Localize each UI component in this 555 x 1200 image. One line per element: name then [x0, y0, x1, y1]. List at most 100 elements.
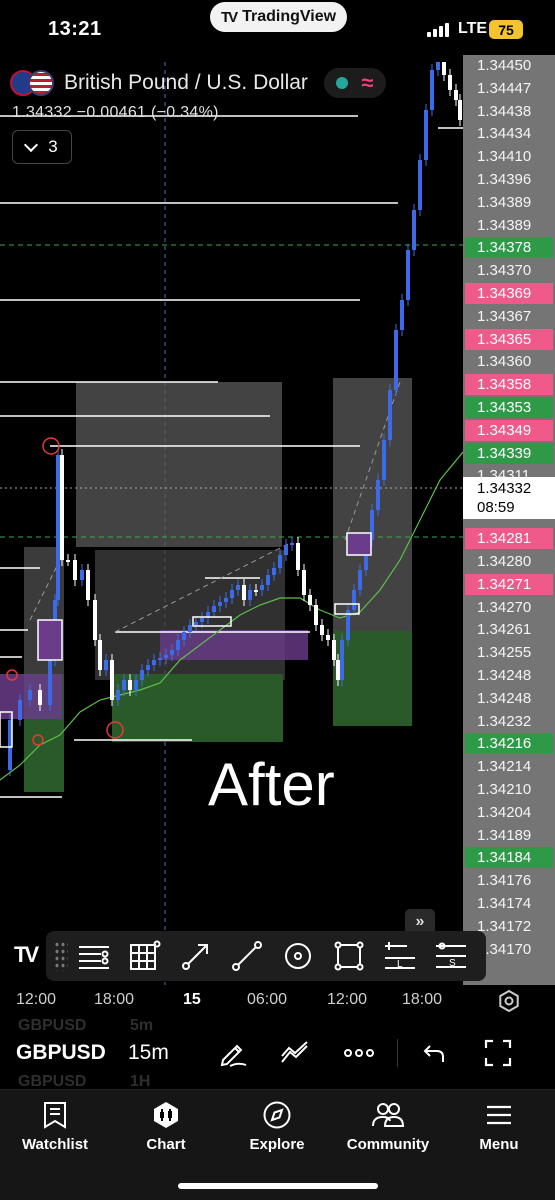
time-axis-tick: 15: [183, 991, 201, 1008]
grid-icon: [129, 940, 160, 970]
chart-svg[interactable]: [0, 62, 463, 985]
horizontal-lines-icon: [78, 946, 109, 969]
drag-handle-icon[interactable]: [54, 941, 68, 971]
trend-line-tool[interactable]: [221, 931, 272, 981]
candle-body: [458, 100, 462, 120]
market-status-pill[interactable]: ≈: [323, 68, 386, 98]
price-scale-tick: 1.34280: [477, 553, 532, 570]
time-axis-tick: 12:00: [16, 991, 57, 1008]
tab-community[interactable]: Community: [333, 1100, 443, 1160]
candle-body: [400, 300, 404, 330]
symbol-header[interactable]: British Pound / U.S. Dollar ≈: [10, 68, 386, 98]
fullscreen-icon: [484, 1039, 512, 1067]
chart-canvas[interactable]: [0, 62, 463, 985]
candle-body: [93, 600, 97, 640]
indicators-icon: [281, 1041, 308, 1063]
candle-body: [406, 250, 410, 300]
tab-explore[interactable]: Explore: [222, 1100, 332, 1160]
status-time: 13:21: [48, 18, 102, 40]
candle-body: [230, 590, 234, 598]
candle-body: [146, 665, 150, 670]
entry-marker-box: [346, 532, 372, 556]
grid-tool[interactable]: [119, 931, 170, 981]
indicators-toggle-button[interactable]: 3: [12, 130, 72, 164]
rectangle-tool[interactable]: [323, 931, 374, 981]
candle-body: [80, 570, 84, 580]
candle-body: [122, 680, 126, 690]
time-axis[interactable]: 12:00 18:00 15 06:00 12:00 18:00: [0, 985, 555, 1017]
price-scale-tick: 1.34370: [477, 262, 532, 280]
drawing-pen-button[interactable]: [215, 1035, 251, 1071]
price-scale-tick: 1.34184: [465, 847, 553, 869]
candle-body: [188, 625, 192, 632]
price-scale-tick: 1.34174: [477, 895, 532, 912]
network-type: LTE: [458, 20, 488, 37]
tab-watchlist[interactable]: Watchlist: [0, 1100, 110, 1160]
price-scale-tick: 1.34389: [477, 193, 532, 211]
candle-body: [418, 160, 422, 210]
ghost-interval-above: 5m: [130, 1017, 154, 1034]
us-flag-icon: [28, 70, 54, 96]
short-position-tool[interactable]: S: [425, 931, 476, 981]
indicators-button[interactable]: [277, 1035, 313, 1071]
trend-line-icon: [231, 941, 262, 971]
entry-marker-box: [37, 619, 63, 661]
toolbar-separator: [397, 1039, 398, 1067]
candle-body: [134, 680, 138, 690]
candle-body: [158, 658, 162, 660]
ghost-symbol-above: GBPUSD: [18, 1017, 87, 1034]
tab-chart[interactable]: Chart: [111, 1100, 221, 1160]
candle-body: [340, 640, 344, 680]
candle-body: [73, 560, 77, 580]
candle-body: [454, 90, 458, 100]
price-change-line: 1.34332 −0.00461 (−0.34%): [12, 104, 219, 121]
tab-label: Community: [346, 1136, 430, 1153]
price-scale-tick: 1.34248: [477, 667, 532, 684]
horizontal-lines-tool[interactable]: [68, 931, 119, 981]
candle-body: [98, 640, 102, 670]
price-scale-tick: 1.34176: [477, 872, 532, 890]
undo-button[interactable]: [416, 1035, 452, 1071]
arrow-line-icon: [181, 944, 208, 970]
tab-label: Explore: [249, 1136, 305, 1153]
price-scale[interactable]: 1.34450 1.34447 1.34438 1.34434 1.34410 1.343…: [463, 55, 555, 985]
symbol-button[interactable]: GBPUSD: [16, 1041, 106, 1065]
symbol-title[interactable]: British Pound / U.S. Dollar: [64, 71, 308, 95]
rectangle-icon: [334, 941, 363, 971]
tab-label: Chart: [146, 1136, 186, 1153]
candle-body: [266, 575, 270, 585]
arrow-line-tool[interactable]: [170, 931, 221, 981]
candle-body: [290, 543, 294, 545]
candle-body: [176, 640, 180, 650]
short-position-icon: S: [435, 942, 466, 969]
more-options-button[interactable]: [341, 1035, 377, 1071]
candle-body: [38, 690, 42, 705]
long-position-icon: L: [384, 942, 415, 970]
candle-body: [164, 655, 168, 658]
candle-body: [320, 625, 324, 635]
candle-body: [212, 606, 216, 612]
long-position-tool[interactable]: L: [374, 931, 425, 981]
tab-menu[interactable]: Menu: [444, 1100, 554, 1160]
candle-body: [110, 660, 114, 700]
candle-body: [254, 590, 258, 592]
candle-body: [332, 640, 336, 660]
drawing-toolbar: L S: [46, 931, 486, 981]
more-dots-icon: [344, 1049, 374, 1057]
candle-body: [424, 110, 428, 160]
circle-target-icon: [284, 943, 311, 969]
circle-target-tool[interactable]: [272, 931, 323, 981]
fullscreen-button[interactable]: [480, 1035, 516, 1071]
time-axis-tick: 18:00: [402, 991, 443, 1008]
tradingview-pill[interactable]: TV TradingView: [210, 2, 347, 32]
chart-settings-gear-icon[interactable]: [498, 990, 520, 1012]
candle-body: [436, 62, 440, 70]
candle-body: [358, 570, 362, 590]
candle-body: [236, 585, 240, 590]
time-axis-tick: 06:00: [247, 991, 288, 1008]
candle-body: [248, 590, 252, 600]
chart-icon: [154, 1102, 178, 1128]
interval-button[interactable]: 15m: [128, 1041, 169, 1065]
svg-text:L: L: [397, 959, 403, 970]
candle-body: [326, 635, 330, 640]
